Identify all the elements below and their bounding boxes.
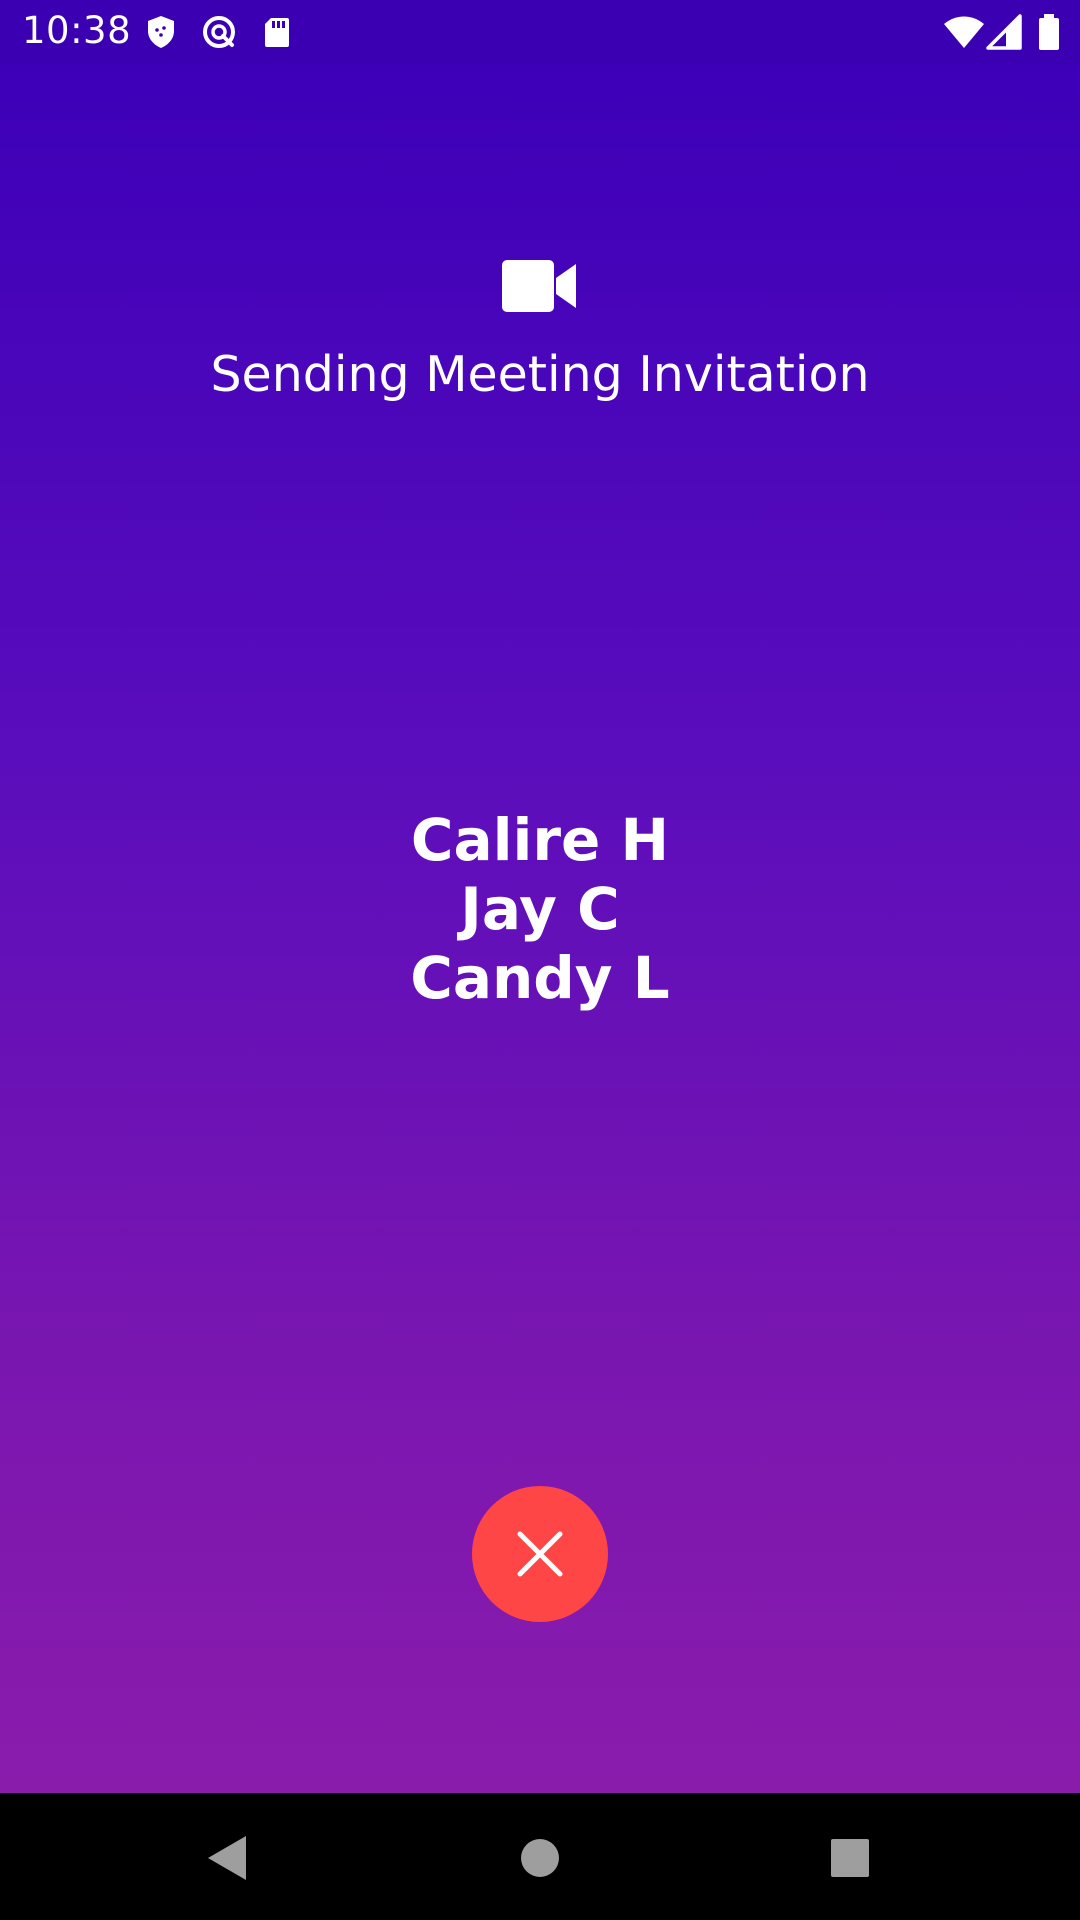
home-icon[interactable]	[500, 1818, 580, 1898]
sd-card-icon	[265, 18, 289, 47]
status-bar: 10:38	[0, 0, 1080, 63]
video-camera-icon	[502, 260, 576, 312]
battery-icon	[1039, 14, 1059, 50]
participant-name: Jay C	[460, 875, 620, 943]
shield-icon	[148, 16, 174, 48]
navigation-bar	[0, 1793, 1080, 1920]
screen: 10:38 Sending Meeting Invitation Calire …	[0, 0, 1080, 1920]
close-icon	[517, 1531, 563, 1577]
participant-name: Calire H	[410, 806, 670, 874]
sync-icon	[203, 16, 235, 48]
participant-list: Calire H Jay C Candy L	[0, 806, 1080, 1013]
recents-icon[interactable]	[810, 1818, 890, 1898]
invitation-title: Sending Meeting Invitation	[210, 346, 870, 403]
status-time: 10:38	[22, 9, 132, 52]
cancel-invitation-button[interactable]	[472, 1486, 608, 1622]
participant-name: Candy L	[410, 944, 670, 1012]
signal-icon	[986, 14, 1022, 50]
wifi-icon	[944, 16, 984, 48]
call-screen: Sending Meeting Invitation Calire H Jay …	[0, 63, 1080, 1793]
back-icon[interactable]	[186, 1818, 266, 1898]
